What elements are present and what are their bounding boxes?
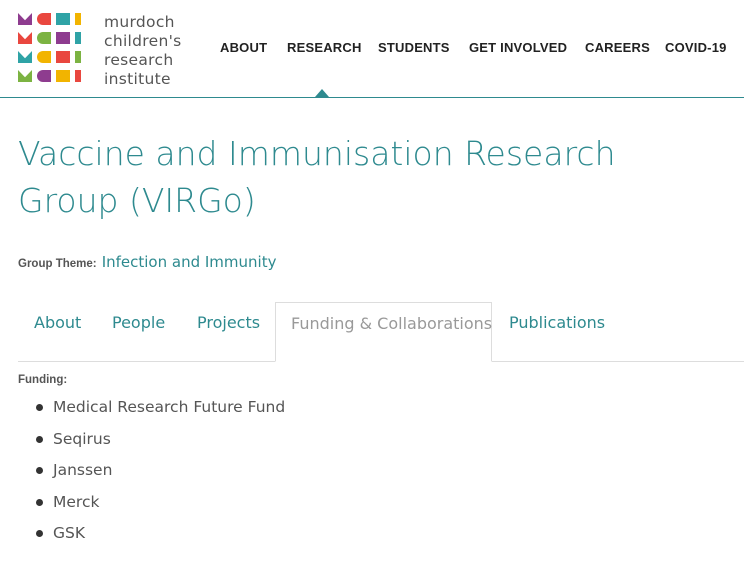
nav-careers[interactable]: CAREERS [585, 40, 650, 55]
logo-wordmark: murdoch children's research institute [104, 13, 182, 89]
nav-research[interactable]: RESEARCH [287, 40, 362, 55]
group-theme-label: Group Theme: [18, 258, 97, 270]
nav-students[interactable]: STUDENTS [378, 40, 450, 55]
list-item: GSK [36, 522, 285, 554]
logo-line: murdoch [104, 13, 175, 31]
group-theme: Group Theme: Infection and Immunity [18, 252, 276, 271]
list-item: Merck [36, 491, 285, 523]
tab-people[interactable]: People [112, 302, 165, 350]
group-theme-link[interactable]: Infection and Immunity [102, 253, 277, 271]
tab-publications[interactable]: Publications [509, 302, 605, 350]
section-tabs: About People Projects Funding & Collabor… [18, 302, 744, 362]
nav-covid-19[interactable]: COVID-19 [665, 40, 727, 55]
logo-line: research [104, 51, 174, 69]
tab-funding-collaborations[interactable]: Funding & Collaborations [275, 302, 492, 362]
tab-projects[interactable]: Projects [197, 302, 260, 350]
list-item: Janssen [36, 459, 285, 491]
list-item: Medical Research Future Fund [36, 396, 285, 428]
nav-about[interactable]: ABOUT [220, 40, 267, 55]
page-title: Vaccine and Immunisation Research Group … [18, 134, 616, 220]
logo-line: institute [104, 70, 171, 88]
logo-line: children's [104, 32, 182, 50]
active-nav-indicator [315, 89, 329, 97]
list-item: Seqirus [36, 428, 285, 460]
nav-get-involved[interactable]: GET INVOLVED [469, 40, 567, 55]
tab-about[interactable]: About [34, 302, 81, 350]
funding-list: Medical Research Future Fund Seqirus Jan… [36, 396, 285, 554]
site-header: murdoch children's research institute AB… [0, 0, 744, 98]
funding-heading: Funding: [18, 374, 68, 386]
